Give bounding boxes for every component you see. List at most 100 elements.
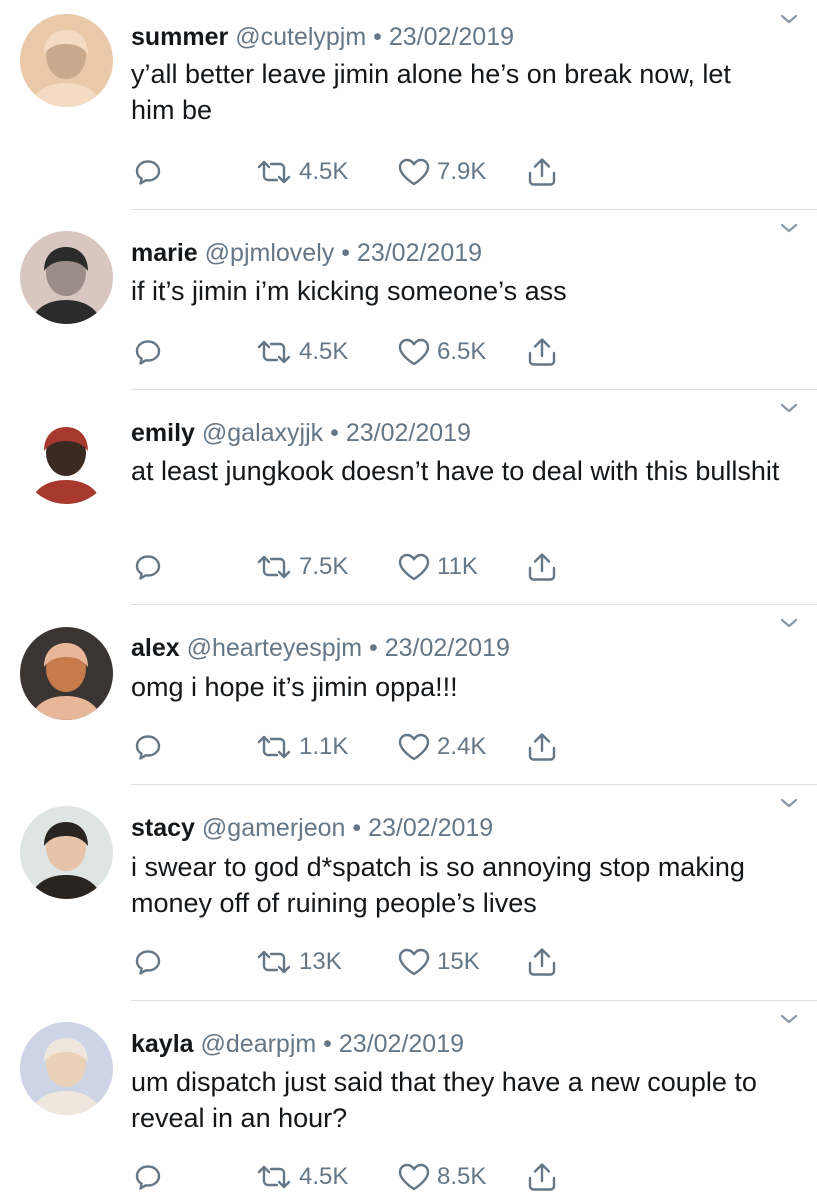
tweet-date[interactable]: 23/02/2019	[339, 1030, 464, 1058]
user-handle[interactable]: @hearteyespjm	[187, 634, 362, 662]
retweet-count: 4.5K	[299, 158, 349, 185]
reply-icon	[133, 947, 163, 977]
tweet-date[interactable]: 23/02/2019	[346, 419, 471, 447]
chevron-down-icon[interactable]	[779, 401, 799, 415]
avatar[interactable]	[20, 1022, 113, 1115]
like-count: 6.5K	[437, 338, 487, 365]
share-button[interactable]	[525, 335, 559, 369]
retweet-button[interactable]: 13K	[255, 945, 342, 979]
like-icon	[397, 157, 431, 187]
display-name[interactable]: kayla	[131, 1030, 194, 1058]
share-icon	[525, 156, 559, 188]
tweet-date[interactable]: 23/02/2019	[368, 814, 493, 842]
reply-button[interactable]	[133, 155, 163, 189]
retweet-count: 13K	[299, 948, 342, 975]
reply-button[interactable]	[133, 335, 163, 369]
reply-icon	[133, 157, 163, 187]
reply-button[interactable]	[133, 945, 163, 979]
like-icon	[397, 732, 431, 762]
like-count: 15K	[437, 948, 480, 975]
chevron-down-icon[interactable]	[779, 1012, 799, 1026]
tweet-text: omg i hope it’s jimin oppa!!!	[131, 672, 458, 702]
share-icon	[525, 336, 559, 368]
separator-dot: •	[323, 1030, 332, 1058]
share-button[interactable]	[525, 155, 559, 189]
separator-dot: •	[373, 23, 382, 51]
like-icon	[397, 337, 431, 367]
share-icon	[525, 1161, 559, 1193]
tweet-divider	[131, 1000, 817, 1001]
separator-dot: •	[352, 814, 362, 842]
avatar[interactable]	[20, 231, 113, 324]
user-handle[interactable]: @galaxyjjk	[202, 419, 323, 447]
like-count: 7.9K	[437, 158, 487, 185]
separator-dot: •	[341, 239, 350, 267]
retweet-button[interactable]: 7.5K	[255, 550, 348, 584]
retweet-icon	[255, 1163, 293, 1191]
reply-button[interactable]	[133, 1160, 163, 1194]
tweet-actions: 4.5K 7.9K	[131, 155, 731, 189]
reply-icon	[133, 1162, 163, 1192]
user-handle[interactable]: @gamerjeon	[202, 814, 346, 842]
chevron-down-icon[interactable]	[779, 616, 799, 630]
like-count: 2.4K	[437, 733, 487, 760]
reply-icon	[133, 552, 163, 582]
like-button[interactable]: 7.9K	[397, 155, 486, 189]
chevron-down-icon[interactable]	[779, 796, 799, 810]
retweet-icon	[255, 733, 293, 761]
retweet-button[interactable]: 4.5K	[255, 1160, 348, 1194]
tweet-date[interactable]: 23/02/2019	[357, 239, 482, 267]
share-button[interactable]	[525, 1160, 559, 1194]
share-button[interactable]	[525, 945, 559, 979]
retweet-icon	[255, 338, 293, 366]
tweet-date[interactable]: 23/02/2019	[385, 634, 510, 662]
avatar[interactable]	[20, 806, 113, 899]
tweet-header: kayla @dearpjm • 23/02/2019	[131, 1029, 464, 1059]
like-button[interactable]: 6.5K	[397, 335, 486, 369]
tweet-divider	[131, 209, 817, 210]
avatar[interactable]	[20, 411, 113, 504]
display-name[interactable]: summer	[131, 23, 228, 51]
like-button[interactable]: 15K	[397, 945, 480, 979]
display-name[interactable]: marie	[131, 239, 198, 267]
user-handle[interactable]: @pjmlovely	[205, 239, 335, 267]
share-button[interactable]	[525, 550, 559, 584]
tweet-header: emily @galaxyjjk • 23/02/2019	[131, 418, 471, 448]
tweet-divider	[131, 604, 817, 605]
display-name[interactable]: alex	[131, 634, 180, 662]
reply-button[interactable]	[133, 730, 163, 764]
avatar[interactable]	[20, 627, 113, 720]
separator-dot: •	[330, 419, 339, 447]
user-handle[interactable]: @cutelypjm	[235, 23, 366, 51]
tweet-header: summer @cutelypjm • 23/02/2019	[131, 22, 514, 52]
retweet-icon	[255, 553, 293, 581]
retweet-button[interactable]: 4.5K	[255, 335, 348, 369]
chevron-down-icon[interactable]	[779, 12, 799, 26]
tweet-text: if it’s jimin i’m kicking someone’s ass	[131, 276, 567, 306]
tweet-text: i swear to god d*spatch is so annoying s…	[131, 852, 745, 918]
avatar[interactable]	[20, 14, 113, 107]
tweet-divider	[131, 784, 817, 785]
retweet-button[interactable]: 1.1K	[255, 730, 348, 764]
tweet-date[interactable]: 23/02/2019	[389, 23, 514, 51]
share-icon	[525, 731, 559, 763]
reply-icon	[133, 732, 163, 762]
tweet-divider	[131, 389, 817, 390]
retweet-count: 4.5K	[299, 338, 349, 365]
display-name[interactable]: stacy	[131, 814, 195, 842]
tweet-text: y’all better leave jimin alone he’s on b…	[131, 59, 731, 125]
chevron-down-icon[interactable]	[779, 221, 799, 235]
share-button[interactable]	[525, 730, 559, 764]
tweet-actions: 1.1K 2.4K	[131, 730, 731, 764]
like-button[interactable]: 11K	[397, 550, 478, 584]
retweet-button[interactable]: 4.5K	[255, 155, 348, 189]
like-button[interactable]: 8.5K	[397, 1160, 486, 1194]
display-name[interactable]: emily	[131, 419, 195, 447]
retweet-icon	[255, 158, 293, 186]
share-icon	[525, 551, 559, 583]
user-handle[interactable]: @dearpjm	[201, 1030, 317, 1058]
reply-button[interactable]	[133, 550, 163, 584]
like-icon	[397, 1162, 431, 1192]
like-button[interactable]: 2.4K	[397, 730, 486, 764]
like-count: 11K	[437, 553, 478, 580]
